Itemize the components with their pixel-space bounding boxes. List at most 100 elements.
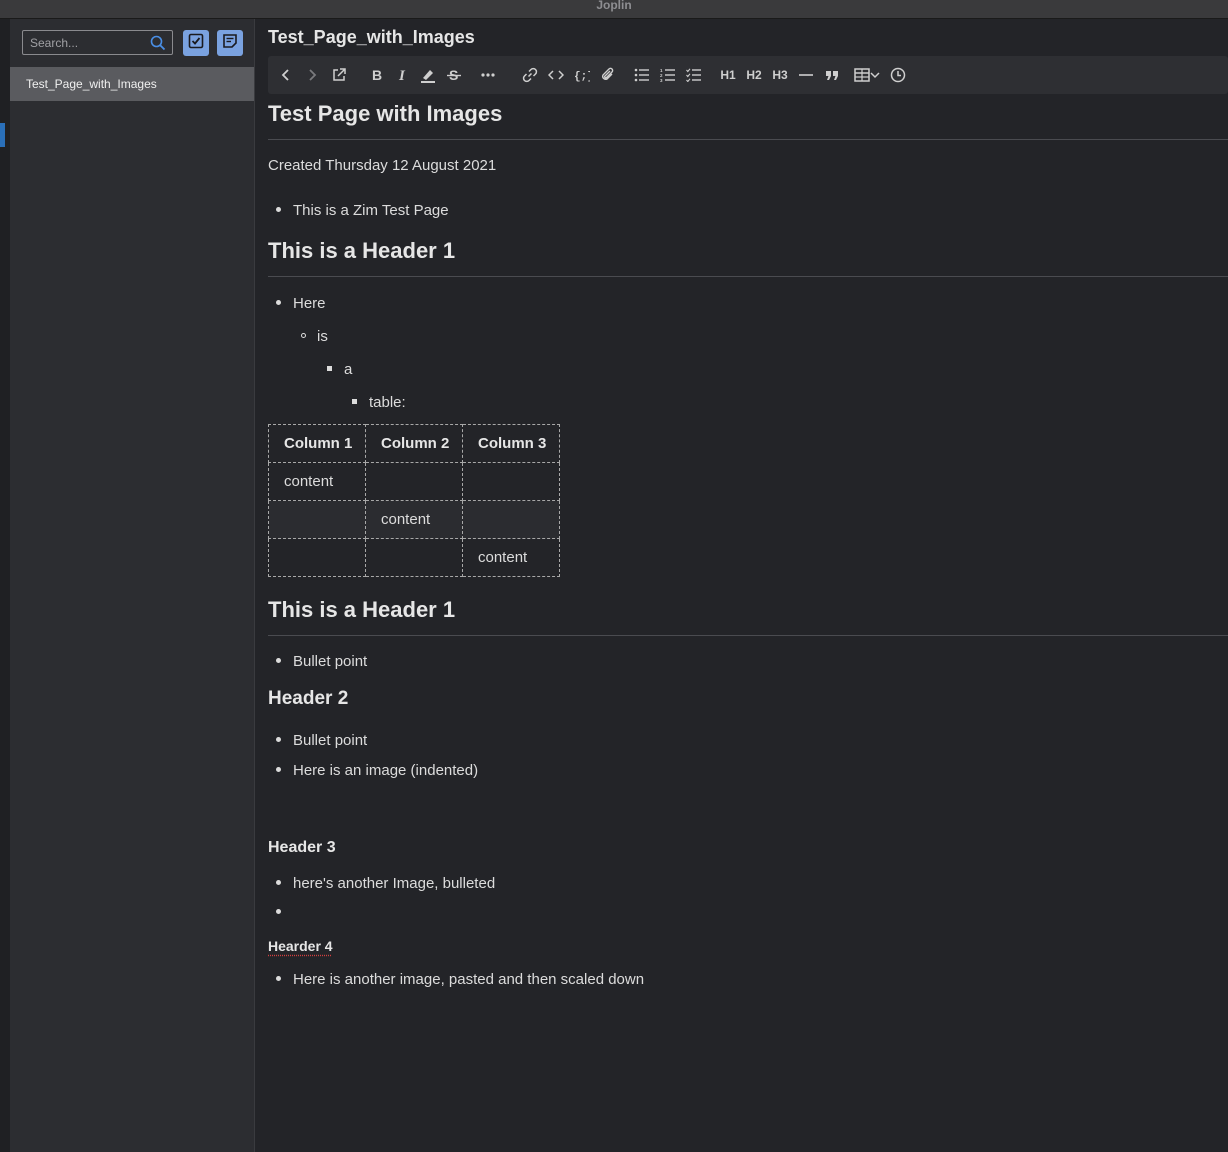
bullet-marker [327, 365, 332, 371]
heading-2-button[interactable]: H2 [744, 56, 764, 94]
content-table: Column 1 Column 2 Column 3 content conte… [268, 424, 560, 577]
table-cell [462, 500, 560, 539]
quote-icon [825, 69, 839, 81]
link-icon [522, 67, 538, 83]
numbered-list-icon: 123 [660, 68, 676, 82]
section-heading: This is a Header 1 [268, 238, 456, 263]
bullet-marker [301, 332, 306, 338]
header-4: Hearder 4 [268, 938, 333, 954]
list-item: This is a Zim Test Page [276, 202, 449, 219]
table-cell: content [268, 462, 366, 501]
heading-1-button[interactable]: H1 [718, 56, 738, 94]
forward-button[interactable] [303, 56, 321, 94]
list-item-text: Here is another image, pasted and then s… [293, 971, 645, 988]
table-row: content [268, 462, 560, 501]
table-header-row: Column 1 Column 2 Column 3 [268, 424, 560, 463]
note-list-panel: Test_Page_with_Images [10, 19, 255, 1152]
back-button[interactable] [277, 56, 295, 94]
chevron-down-icon [870, 71, 880, 79]
created-line: Created Thursday 12 August 2021 [268, 157, 497, 174]
section-heading: This is a Header 1 [268, 597, 456, 622]
chevron-left-icon [280, 68, 292, 82]
list-item: table: [352, 394, 406, 411]
attach-file-button[interactable] [598, 56, 618, 94]
list-item: Here [276, 295, 326, 312]
more-button[interactable] [478, 56, 498, 94]
numbered-list-button[interactable]: 123 [658, 56, 678, 94]
table-cell [462, 462, 560, 501]
strikethrough-icon: S [446, 67, 462, 83]
table-cell: content [462, 538, 560, 577]
code-block-button[interactable]: {;} [572, 56, 592, 94]
svg-text:I: I [398, 68, 406, 82]
window-title-bar: Joplin [0, 0, 1228, 19]
h2-label: H2 [746, 68, 762, 82]
bulleted-list-button[interactable] [632, 56, 652, 94]
insert-link-button[interactable] [520, 56, 540, 94]
code-block-icon: {;} [574, 68, 590, 82]
table-header-cell: Column 1 [268, 424, 366, 463]
strikethrough-button[interactable]: S [444, 56, 464, 94]
note-list-item[interactable]: Test_Page_with_Images [10, 67, 254, 101]
bullet-marker [276, 299, 281, 305]
bullet-marker [276, 908, 281, 914]
new-note-button[interactable] [217, 30, 243, 56]
highlight-button[interactable] [418, 56, 438, 94]
h1-label: H1 [720, 68, 736, 82]
clock-icon [890, 67, 906, 83]
insert-time-button[interactable] [888, 56, 908, 94]
chevron-right-icon [306, 68, 318, 82]
table-cell [365, 538, 463, 577]
list-item-text: Bullet point [293, 732, 368, 749]
bullet-marker [352, 398, 357, 404]
checklist-icon [686, 68, 702, 82]
heading-divider [268, 139, 1228, 140]
note-heading: Test Page with Images [268, 101, 503, 126]
heading-divider [268, 276, 1228, 277]
list-item [276, 904, 293, 921]
checkbox-icon [188, 33, 204, 54]
list-item: here's another Image, bulleted [276, 875, 495, 892]
bullet-marker [276, 206, 281, 212]
horizontal-rule-button[interactable] [796, 56, 816, 94]
list-item: Here is another image, pasted and then s… [276, 971, 644, 988]
open-external-button[interactable] [329, 56, 349, 94]
ellipsis-icon [480, 72, 496, 78]
window-title: Joplin [596, 0, 632, 12]
horizontal-rule-icon [799, 73, 813, 77]
heading-3-button[interactable]: H3 [770, 56, 790, 94]
table-cell [268, 538, 366, 577]
italic-button[interactable]: I [394, 56, 410, 94]
list-item: Here is an image (indented) [276, 762, 478, 779]
inline-code-button[interactable] [546, 56, 566, 94]
list-item: is [301, 328, 328, 345]
search-icon[interactable] [150, 35, 166, 51]
list-item: Bullet point [276, 732, 367, 749]
heading-divider [268, 635, 1228, 636]
table-header-cell: Column 2 [365, 424, 463, 463]
bullet-marker [276, 975, 281, 981]
editor-toolbar: B I S {;} 123 [268, 56, 1228, 94]
h3-label: H3 [772, 68, 788, 82]
italic-icon: I [396, 68, 408, 82]
list-item-text: here's another Image, bulleted [293, 875, 496, 892]
search-box[interactable] [22, 30, 173, 55]
table-cell: content [365, 500, 463, 539]
svg-text:{;}: {;} [574, 71, 590, 82]
insert-table-button[interactable] [850, 56, 884, 94]
new-todo-button[interactable] [183, 30, 209, 56]
bold-button[interactable]: B [368, 56, 386, 94]
table-cell [268, 500, 366, 539]
svg-text:B: B [372, 68, 382, 82]
header-3: Header 3 [268, 839, 336, 856]
list-item-text: table: [369, 394, 406, 411]
checklist-button[interactable] [684, 56, 704, 94]
blockquote-button[interactable] [822, 56, 842, 94]
note-title[interactable]: Test_Page_with_Images [268, 27, 475, 48]
bullet-marker [276, 879, 281, 885]
search-input[interactable] [30, 34, 148, 51]
table-header-cell: Column 3 [462, 424, 560, 463]
bold-icon: B [371, 68, 383, 82]
list-item-text: This is a Zim Test Page [293, 202, 449, 219]
table-row: content [268, 538, 560, 577]
